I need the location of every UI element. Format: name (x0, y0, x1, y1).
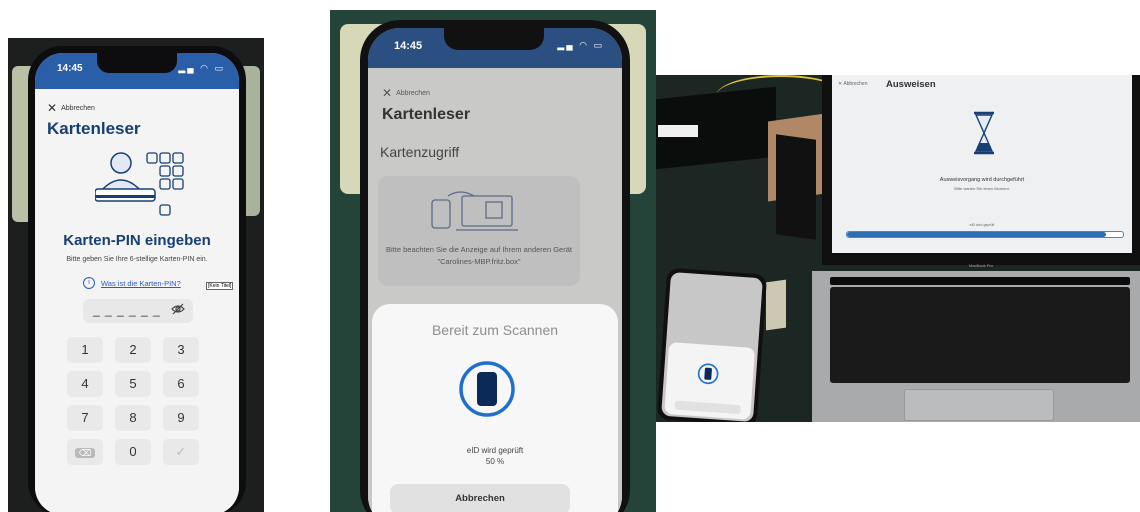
laptop-screen: ✕ Abbrechen Ausweisen Ausweisvorgang wir… (822, 75, 1140, 265)
photo-panel-pin-entry: 14:45 ▂▄ ◠ ▭ ✕ Abbrechen Kartenleser Kar… (8, 38, 264, 512)
section-title: Kartenzugriff (380, 144, 460, 160)
cancel-button[interactable]: ✕ Abbrechen (382, 86, 430, 100)
id-card-on-desk (766, 279, 786, 331)
info-card: Bitte beachten Sie die Anzeige auf Ihrem… (378, 176, 580, 286)
close-icon: ✕ (47, 101, 58, 115)
signal-wifi-battery-icon: ▂▄ ◠ ▭ (178, 63, 225, 73)
key-7[interactable]: 7 (67, 405, 103, 431)
status-time: 14:45 (57, 63, 83, 74)
app-window: ✕ Abbrechen Ausweisen Ausweisvorgang wir… (832, 75, 1132, 253)
id-card-scan-icon (459, 361, 515, 417)
phone-notch (97, 53, 177, 73)
smartphone: 14:45 ▂▄ ◠ ▭ ✕ Abbrechen Kartenleser Kar… (360, 20, 630, 512)
photo-panel-laptop: ✕ Abbrechen Ausweisen Ausweisvorgang wir… (656, 75, 1140, 422)
trackpad (904, 389, 1054, 421)
external-keyboard (776, 134, 816, 240)
key-9[interactable]: 9 (163, 405, 199, 431)
cancel-button[interactable]: ✕ Abbrechen (838, 81, 868, 87)
id-card-scan-icon (697, 363, 719, 385)
info-icon: i (83, 277, 95, 289)
smartphone: 14:45 ▂▄ ◠ ▭ ✕ Abbrechen Kartenleser Kar… (28, 46, 246, 512)
page-title: Kartenleser (382, 106, 471, 123)
page-title: Kartenleser (47, 119, 141, 138)
modal-sheet: ✕ Abbrechen Kartenleser Karten-PIN einge… (35, 89, 239, 512)
scan-sheet (664, 342, 756, 420)
cancel-label: Abbrechen (843, 81, 868, 87)
phone-screen (661, 271, 763, 422)
device-label: MacBook Pro (968, 263, 993, 268)
pin-input[interactable]: _ _ _ _ _ _ (83, 299, 193, 323)
key-4[interactable]: 4 (67, 371, 103, 397)
scan-sheet: Bereit zum Scannen eID wird geprüft 50 %… (372, 304, 618, 512)
touch-bar (830, 277, 1130, 285)
key-3[interactable]: 3 (163, 337, 199, 363)
barcode-label (658, 125, 698, 137)
photo-panel-scanning: 14:45 ▂▄ ◠ ▭ ✕ Abbrechen Kartenleser Kar… (330, 10, 656, 512)
scan-progress: 50 % (485, 457, 505, 466)
key-5[interactable]: 5 (115, 371, 151, 397)
pin-help-label: Was ist die Karten-PIN? (101, 278, 181, 288)
progress-bar (846, 231, 1124, 238)
key-0[interactable]: 0 (115, 439, 151, 465)
abort-scan-button[interactable]: Abbrechen (390, 484, 570, 512)
laptop-keyboard (830, 287, 1130, 383)
person-keypad-illustration-icon (95, 152, 184, 216)
pin-value: _ _ _ _ _ _ (93, 303, 161, 317)
phone-notch (444, 28, 544, 50)
close-icon: ✕ (382, 86, 393, 100)
progress-bar-fill (847, 232, 1107, 237)
wait-message: Bitte warten Sie einen Moment. (954, 186, 1010, 191)
key-6[interactable]: 6 (163, 371, 199, 397)
key-2[interactable]: 2 (115, 337, 151, 363)
phone-screen: 14:45 ▂▄ ◠ ▭ ✕ Abbrechen Kartenleser Kar… (368, 28, 622, 512)
confirm-key-checkmark-icon[interactable]: ✓ (163, 439, 199, 465)
window-title: Ausweisen (886, 79, 936, 90)
pin-help-link[interactable]: i Was ist die Karten-PIN? (83, 277, 181, 289)
laptop-base (812, 271, 1140, 422)
progress-message: Ausweisvorgang wird durchgeführt (939, 177, 1025, 183)
info-message: Bitte beachten Sie die Anzeige auf Ihrem… (386, 245, 572, 266)
pin-instruction: Bitte geben Sie Ihre 6-stellige Karten-P… (66, 256, 208, 263)
smartphone-on-desk (656, 267, 768, 422)
backspace-key[interactable]: ⌫ (67, 439, 103, 465)
hourglass-icon (974, 111, 994, 155)
key-1[interactable]: 1 (67, 337, 103, 363)
backspace-icon: ⌫ (74, 448, 96, 458)
key-8[interactable]: 8 (115, 405, 151, 431)
abort-scan-button[interactable] (674, 400, 742, 415)
cancel-button[interactable]: ✕ Abbrechen (47, 101, 95, 115)
pin-heading: Karten-PIN eingeben (63, 232, 211, 249)
scan-status: eID wird geprüft (466, 446, 524, 455)
cancel-label: Abbrechen (61, 104, 95, 112)
scan-title: Bereit zum Scannen (431, 322, 559, 338)
tooltip: [Kein Titel] (206, 282, 234, 290)
phone-laptop-connection-icon (431, 191, 518, 231)
status-time: 14:45 (394, 40, 423, 52)
signal-wifi-battery-icon: ▂▄ ◠ ▭ (557, 40, 604, 50)
cancel-label: Abbrechen (396, 89, 430, 97)
progress-label: eID wird geprüft (969, 223, 995, 227)
eye-slash-icon[interactable] (171, 303, 185, 315)
